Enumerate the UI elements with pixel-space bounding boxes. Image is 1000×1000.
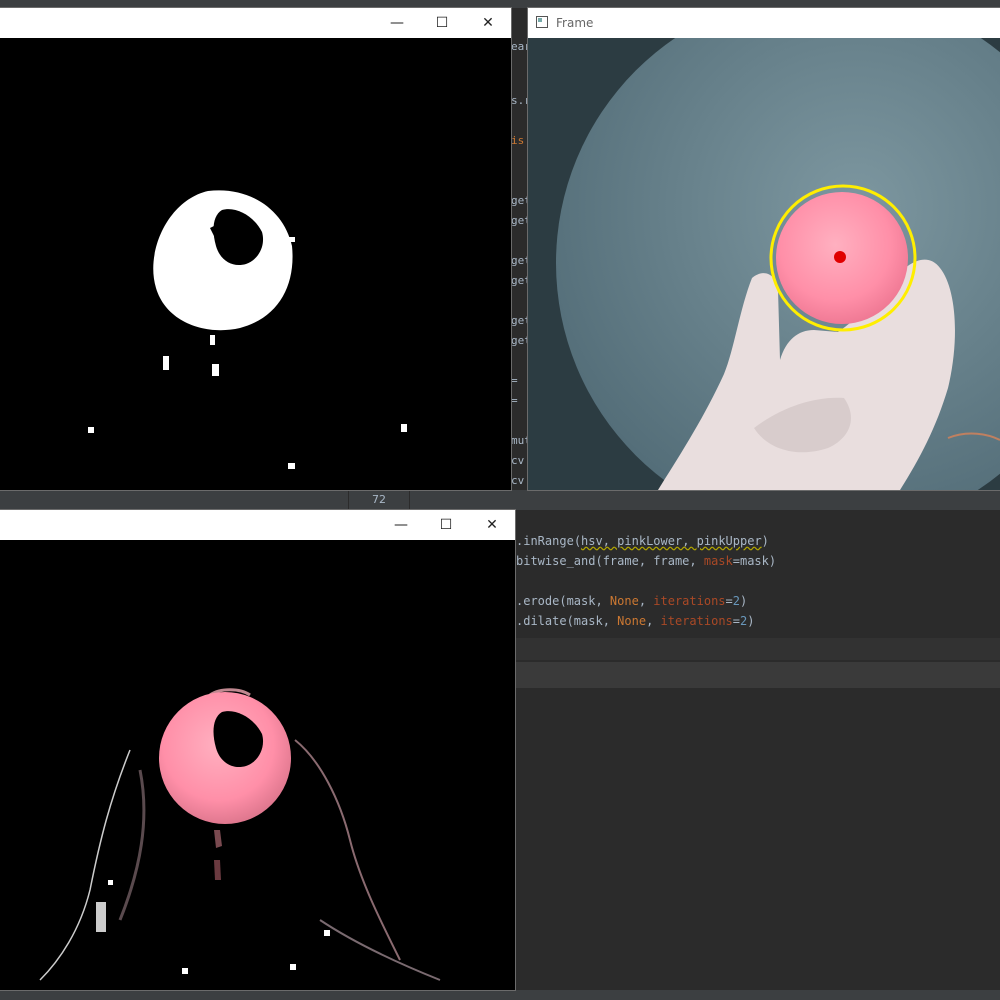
code-token: None bbox=[609, 594, 639, 608]
result-window-titlebar[interactable]: — ☐ ✕ bbox=[0, 510, 515, 540]
maximize-button[interactable]: ☐ bbox=[423, 510, 469, 540]
code-token: ) bbox=[747, 614, 755, 628]
code-token: hsv, pinkLower, pinkUpper bbox=[581, 534, 762, 548]
mask-image bbox=[0, 38, 511, 490]
code-token: .erode(mask, bbox=[516, 594, 610, 608]
code-token: 2 bbox=[732, 594, 740, 608]
code-token: mask bbox=[703, 554, 733, 568]
code-token: = bbox=[732, 614, 740, 628]
frame-window[interactable]: Frame bbox=[528, 8, 1000, 490]
code-token: , bbox=[638, 594, 654, 608]
binary-mask-graphic bbox=[0, 38, 511, 490]
code-token: ( bbox=[573, 534, 582, 548]
code-fragment: cv bbox=[511, 454, 525, 467]
result-image bbox=[0, 540, 515, 990]
editor-highlight-band bbox=[515, 638, 1000, 660]
code-fragment: s.r bbox=[511, 94, 528, 107]
code-token: , bbox=[646, 614, 661, 628]
minimize-button[interactable]: — bbox=[378, 510, 424, 540]
code-fragment: ear bbox=[511, 40, 528, 53]
code-token: iterations bbox=[660, 614, 733, 628]
code-editor[interactable]: .inRange(hsv, pinkLower, pinkUpper) bitw… bbox=[515, 510, 1000, 1000]
code-fragment: get bbox=[511, 274, 528, 287]
code-fragment: get bbox=[511, 334, 528, 347]
camera-frame-graphic bbox=[528, 38, 1000, 490]
code-fragment: = bbox=[511, 394, 518, 407]
result-window[interactable]: — ☐ ✕ bbox=[0, 510, 515, 990]
code-fragment: get bbox=[511, 194, 528, 207]
masked-result-graphic bbox=[0, 540, 515, 990]
mask-window[interactable]: — ☐ ✕ bbox=[0, 8, 511, 490]
code-fragment: get bbox=[511, 314, 528, 327]
code-fragment: get bbox=[511, 254, 528, 267]
opencv-window-icon bbox=[536, 16, 548, 28]
window-title: Frame bbox=[556, 16, 594, 30]
ide-code-peek: ear s.r is get get get get get get = = m… bbox=[511, 38, 528, 490]
code-token: inRange bbox=[523, 534, 574, 548]
code-token: ) bbox=[740, 594, 748, 608]
code-token: ) bbox=[761, 534, 769, 548]
code-line-erode: .erode(mask, None, iterations=2) bbox=[516, 594, 747, 608]
code-fragment: is bbox=[511, 134, 525, 147]
ide-bottom-bar bbox=[0, 990, 1000, 1000]
frame-window-titlebar[interactable]: Frame bbox=[528, 8, 1000, 38]
code-fragment: mut bbox=[511, 434, 528, 447]
mask-window-titlebar[interactable]: — ☐ ✕ bbox=[0, 8, 511, 38]
ide-line-number: 72 bbox=[348, 490, 410, 510]
minimize-button[interactable]: — bbox=[374, 8, 420, 38]
code-fragment: get bbox=[511, 214, 528, 227]
code-line-inrange: .inRange(hsv, pinkLower, pinkUpper) bbox=[516, 534, 769, 548]
code-token: iterations bbox=[653, 594, 726, 608]
code-fragment: = bbox=[511, 374, 518, 387]
code-fragment: cv bbox=[511, 474, 525, 487]
code-line-dilate: .dilate(mask, None, iterations=2) bbox=[516, 614, 754, 628]
close-button[interactable]: ✕ bbox=[465, 8, 511, 38]
code-line-bitwise-and: bitwise_and(frame, frame, mask=mask) bbox=[516, 554, 776, 568]
ide-top-strip bbox=[0, 0, 1000, 8]
maximize-button[interactable]: ☐ bbox=[419, 8, 465, 38]
code-token: None bbox=[617, 614, 647, 628]
ide-status-bar bbox=[0, 490, 1000, 510]
code-token: =mask) bbox=[732, 554, 777, 568]
camera-frame bbox=[528, 38, 1000, 490]
code-token: .dilate(mask, bbox=[516, 614, 618, 628]
code-token: bitwise_and(frame, frame, bbox=[516, 554, 704, 568]
close-button[interactable]: ✕ bbox=[469, 510, 515, 540]
editor-current-line bbox=[515, 662, 1000, 688]
code-token: = bbox=[725, 594, 733, 608]
